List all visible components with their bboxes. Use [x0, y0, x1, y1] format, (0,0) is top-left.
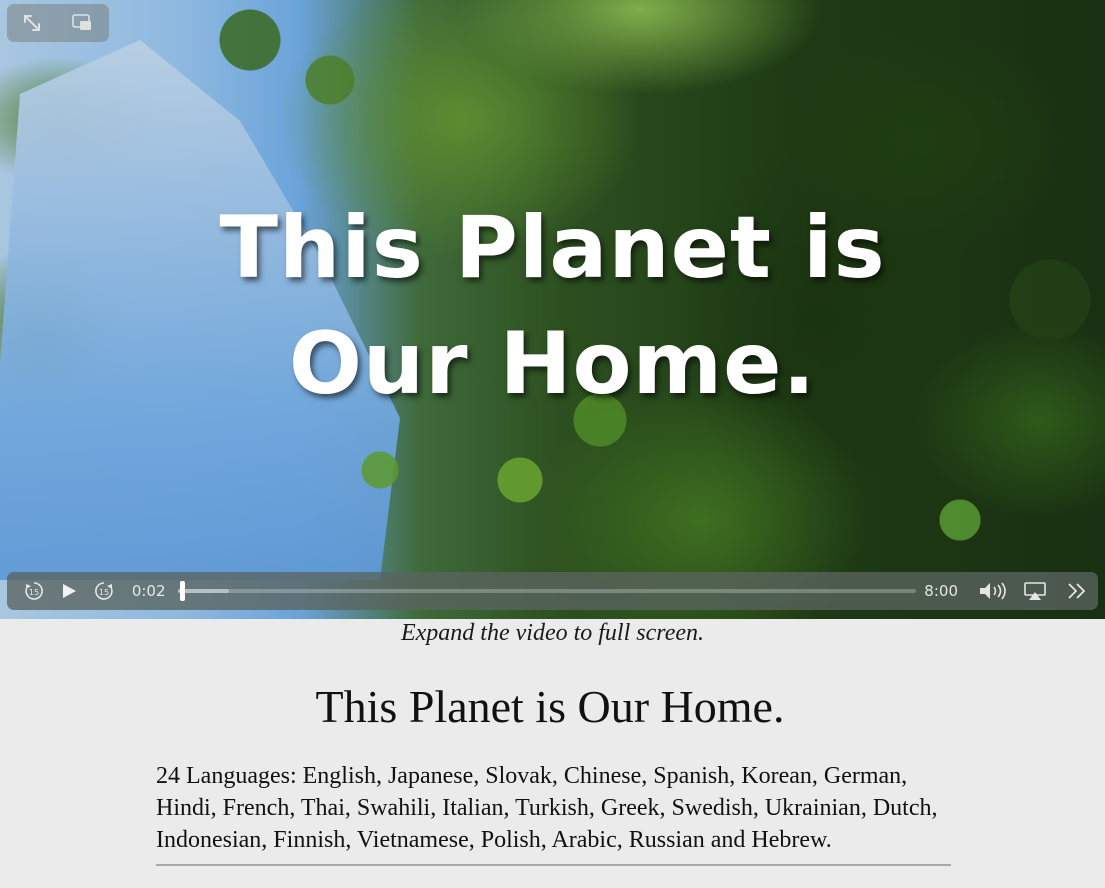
overlay-line-2: Our Home.: [288, 314, 817, 414]
svg-text:15: 15: [99, 588, 109, 597]
svg-text:15: 15: [29, 588, 39, 597]
picture-in-picture-button[interactable]: [57, 4, 107, 42]
play-icon: [63, 584, 77, 598]
skip-forward-button[interactable]: 15: [87, 572, 122, 610]
fullscreen-button[interactable]: [7, 4, 57, 42]
current-time: 0:02: [131, 582, 166, 600]
video-player[interactable]: This Planet is Our Home. 15 15 0:02 8:00: [0, 0, 1105, 619]
picture-in-picture-icon: [72, 14, 91, 30]
airplay-icon: [1024, 582, 1046, 600]
video-top-controls: [7, 4, 109, 42]
video-overlay-title: This Planet is Our Home.: [0, 190, 1105, 422]
more-button[interactable]: [1056, 572, 1098, 610]
skip-back-button[interactable]: 15: [17, 572, 52, 610]
expand-arrows-icon: [24, 15, 40, 31]
more-chevrons-icon: [1068, 583, 1086, 599]
languages-list: 24 Languages: English, Japanese, Slovak,…: [156, 763, 938, 853]
airplay-button[interactable]: [1014, 572, 1056, 610]
volume-button[interactable]: [972, 572, 1014, 610]
overlay-line-1: This Planet is: [219, 198, 886, 298]
volume-icon: [979, 582, 1006, 600]
divider: [156, 864, 951, 866]
play-button[interactable]: [52, 572, 87, 610]
progress-scrubber[interactable]: [177, 581, 917, 601]
video-control-bar: 15 15 0:02 8:00: [7, 572, 1098, 610]
video-caption: Expand the video to full screen.: [400, 620, 705, 646]
skip-back-15-icon: 15: [25, 582, 44, 600]
duration: 8:00: [924, 582, 958, 600]
skip-forward-15-icon: 15: [95, 582, 114, 600]
scrubber-knob[interactable]: [180, 581, 186, 601]
page-heading: This Planet is Our Home.: [315, 681, 785, 732]
buffered-bar: [177, 589, 230, 593]
